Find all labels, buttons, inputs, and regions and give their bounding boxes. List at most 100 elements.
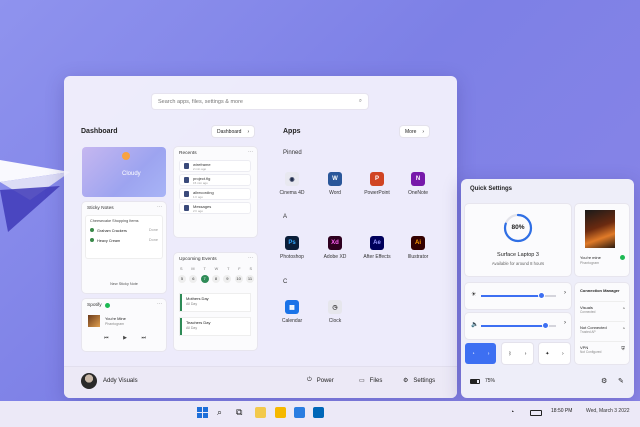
onenote-icon: N	[411, 172, 425, 186]
checklist-item[interactable]: Graham Crackers Done	[90, 228, 158, 233]
connection-manager-title: Connection Manager	[580, 288, 620, 293]
gear-icon[interactable]: ⚙	[601, 377, 607, 385]
checklist-state: Done	[148, 238, 158, 242]
chevron-right-icon[interactable]: ›	[564, 290, 566, 296]
recent-item-meta: 15 min ago	[193, 181, 208, 185]
user-profile[interactable]: Addy Visuals	[81, 373, 138, 389]
weekday-label: S	[180, 267, 183, 271]
calendar-date[interactable]: 11	[245, 275, 254, 283]
calendar-date[interactable]: 8	[211, 275, 220, 283]
calendar-date[interactable]: 9	[223, 275, 232, 283]
app-tile[interactable]: P PowerPoint	[357, 172, 397, 196]
track-title: You're mine	[580, 255, 601, 260]
recent-item[interactable]: allrecording 1 h ago	[180, 189, 250, 199]
avatar	[81, 373, 97, 389]
app-label: Adobe XD	[323, 254, 347, 260]
calendar-date-selected[interactable]: 7	[200, 275, 209, 283]
search-input[interactable]: Search apps, files, settings & more	[158, 99, 243, 105]
store-icon[interactable]	[313, 407, 324, 418]
app-tile[interactable]: ◉ Cinema 4D	[272, 172, 312, 196]
more-options-icon[interactable]: ···	[157, 301, 162, 307]
search-icon[interactable]: ⌕	[217, 407, 228, 418]
power-button[interactable]: ⏻ Power	[307, 377, 334, 384]
more-options-icon[interactable]: ···	[157, 204, 162, 210]
battery-card[interactable]: 80% Surface Laptop 3 Available for aroun…	[465, 204, 571, 276]
weather-widget[interactable]: Cloudy	[82, 147, 166, 197]
search-icon[interactable]: ⌕	[359, 98, 362, 105]
recent-item[interactable]: wireframe 2 min ago	[180, 161, 250, 171]
event-name: Mothers Day	[186, 296, 209, 301]
spotify-icon	[104, 303, 110, 308]
powerpoint-icon: P	[370, 172, 384, 186]
app-tile[interactable]: ▦ Calendar	[272, 300, 312, 324]
file-explorer-icon[interactable]	[275, 407, 286, 418]
app-tile[interactable]: Ae After Effects	[357, 236, 397, 260]
recent-item[interactable]: Messages 2 h ago	[180, 203, 250, 213]
music-card[interactable]: You're mine Phantogram	[575, 204, 629, 276]
widgets-icon[interactable]	[255, 407, 266, 418]
chevron-right-icon: ›	[524, 350, 527, 357]
checkbox-icon[interactable]	[90, 228, 94, 232]
event-time: All Day	[186, 326, 198, 330]
app-tile[interactable]: ◷ Clock	[315, 300, 355, 324]
app-tile[interactable]: N OneNote	[398, 172, 438, 196]
event-item[interactable]: Teachers Day All Day	[180, 318, 250, 335]
app-tile[interactable]: Ps Photoshop	[272, 236, 312, 260]
focus-toggle[interactable]: ✦ ›	[539, 343, 570, 364]
chevron-right-icon[interactable]: ›	[564, 320, 566, 326]
bluetooth-toggle[interactable]: ᛒ ›	[502, 343, 533, 364]
edge-icon[interactable]	[294, 407, 305, 418]
more-options-icon[interactable]: ···	[248, 149, 253, 155]
search-bar[interactable]: Search apps, files, settings & more ⌕	[152, 94, 368, 109]
app-label: Illustrator	[407, 254, 429, 260]
checkbox-icon[interactable]	[90, 238, 94, 242]
app-label: Calendar	[281, 318, 303, 324]
play-icon[interactable]: ▶	[123, 335, 127, 341]
app-tile[interactable]: Xd Adobe XD	[315, 236, 355, 260]
edit-icon[interactable]: ✎	[618, 377, 624, 385]
battery-icon[interactable]	[530, 410, 542, 416]
cinema4d-icon: ◉	[285, 172, 299, 186]
previous-icon[interactable]: ⏮	[104, 335, 109, 341]
wifi-icon[interactable]: ◔	[510, 407, 521, 418]
files-button[interactable]: ▭ Files	[359, 377, 382, 385]
wifi-toggle[interactable]: ◔ ›	[465, 343, 496, 364]
volume-thumb[interactable]	[541, 322, 549, 329]
clock-icon: ◷	[328, 300, 342, 314]
event-item[interactable]: Mothers Day All Day	[180, 294, 250, 311]
brightness-slider[interactable]	[481, 292, 556, 299]
connection-item[interactable]: VPN Not Configured ⛨	[580, 341, 625, 357]
app-tile[interactable]: W Word	[315, 172, 355, 196]
calendar-icon: ▦	[285, 300, 299, 314]
taskbar-date[interactable]: Wed, March 3 2022	[586, 408, 630, 414]
more-options-icon[interactable]: ···	[248, 255, 253, 261]
more-apps-button[interactable]: More ›	[400, 126, 430, 137]
brightness-thumb[interactable]	[538, 292, 545, 299]
taskbar-time[interactable]: 18:50 PM	[551, 408, 572, 414]
calendar-date[interactable]: 6	[189, 275, 198, 283]
next-icon[interactable]: ⏭	[141, 335, 146, 341]
sticky-note[interactable]: Cheesecake Shopping Items Graham Cracker…	[86, 216, 162, 258]
app-tile[interactable]: Ai Illustrator	[398, 236, 438, 260]
brightness-card: ☀ ›	[465, 283, 571, 309]
calendar-date[interactable]: 5	[178, 275, 186, 283]
dashboard-button[interactable]: Dashboard ›	[212, 126, 255, 137]
connection-item[interactable]: Not Connected Trusted AP ◔	[580, 321, 625, 337]
chevron-right-icon: ›	[247, 128, 250, 135]
calendar-date[interactable]: 10	[234, 275, 243, 283]
bluetooth-icon: ᛒ	[508, 350, 512, 357]
volume-fill	[481, 325, 545, 327]
volume-slider[interactable]	[481, 322, 556, 329]
chevron-right-icon: ›	[562, 350, 564, 357]
task-view-icon[interactable]: ⧉	[236, 407, 247, 418]
checklist-item[interactable]: Heavy Cream Done	[90, 238, 158, 243]
new-sticky-note-button[interactable]: New Sticky Note	[82, 282, 166, 286]
recent-item[interactable]: project.fig 15 min ago	[180, 175, 250, 185]
settings-button[interactable]: ⚙ Settings	[403, 377, 435, 385]
connection-item[interactable]: Visuals Connected ◔	[580, 301, 625, 317]
app-label: After Effects	[363, 254, 391, 260]
windows-start-icon[interactable]	[197, 407, 208, 418]
start-footer: Addy Visuals ⏻ Power ▭ Files ⚙ Settings	[64, 366, 457, 398]
album-art	[585, 210, 615, 248]
spotify-icon	[620, 255, 625, 260]
